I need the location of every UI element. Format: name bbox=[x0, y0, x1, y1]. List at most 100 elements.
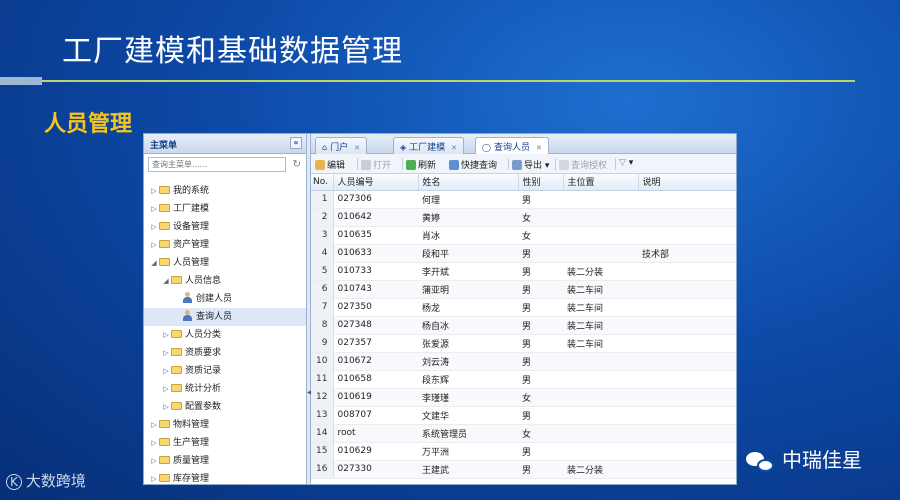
refresh-button[interactable]: 刷新 bbox=[406, 158, 436, 171]
main-menu-sidebar: 主菜单 « ↻ ▷我的系统▷工厂建模▷设备管理▷资产管理◢人员管理◢人员信息创建… bbox=[144, 134, 307, 484]
expand-arrow-icon[interactable]: ▷ bbox=[161, 398, 171, 416]
row-number: 4 bbox=[311, 244, 334, 263]
table-row[interactable]: 10 010672 刘云涛男 bbox=[311, 352, 736, 371]
toolbar-separator bbox=[615, 158, 616, 170]
table-row[interactable]: 16 027330 王建武男装二分装 bbox=[311, 460, 736, 479]
expand-arrow-icon[interactable]: ▷ bbox=[149, 470, 159, 484]
menu-item[interactable]: ▷ 物料管理 bbox=[144, 416, 306, 434]
row-number: 3 bbox=[311, 226, 334, 245]
query-auth-label: 查询授权 bbox=[571, 161, 608, 171]
note-cell bbox=[638, 388, 736, 407]
gender-cell: 男 bbox=[518, 334, 563, 353]
table-row[interactable]: 5 010733 李开斌男装二分装 bbox=[311, 262, 736, 281]
menu-item[interactable]: ▷ 库存管理 bbox=[144, 470, 306, 484]
table-row[interactable]: 8 027348 杨自冰男装二车间 bbox=[311, 316, 736, 335]
close-tab-icon[interactable]: ✕ bbox=[354, 144, 360, 152]
menu-item[interactable]: ▷ 资质要求 bbox=[144, 344, 306, 362]
person-icon bbox=[183, 310, 192, 321]
table-row[interactable]: 14 root 系统管理员女 bbox=[311, 424, 736, 443]
note-cell bbox=[638, 280, 736, 299]
table-row[interactable]: 4 010633 段和平男 技术部 bbox=[311, 244, 736, 263]
folder-icon bbox=[159, 437, 170, 446]
expand-arrow-icon[interactable]: ▷ bbox=[161, 326, 171, 344]
quick-query-button[interactable]: 快捷查询 bbox=[449, 158, 497, 171]
column-header-note[interactable]: 说明 bbox=[638, 174, 736, 191]
edit-button[interactable]: 编辑 bbox=[315, 158, 345, 171]
menu-item[interactable]: ◢ 人员信息 bbox=[144, 272, 306, 290]
menu-item[interactable]: ▷ 工厂建模 bbox=[144, 200, 306, 218]
table-row[interactable]: 6 010743 蒲亚明男装二车间 bbox=[311, 280, 736, 299]
expand-arrow-icon[interactable]: ▷ bbox=[149, 218, 159, 236]
table-row[interactable]: 1 027306 何理男 bbox=[311, 190, 736, 209]
tab-query-person[interactable]: ◯ 查询人员 ✕ bbox=[475, 137, 549, 155]
column-header-location[interactable]: 主位置 bbox=[563, 174, 639, 191]
table-row[interactable]: 15 010629 万平洲男 bbox=[311, 442, 736, 461]
wechat-icon bbox=[746, 450, 776, 474]
menu-item[interactable]: 查询人员 bbox=[144, 308, 306, 326]
menu-item-label: 库存管理 bbox=[173, 474, 210, 484]
expand-arrow-icon[interactable]: ▷ bbox=[161, 362, 171, 380]
column-header-code[interactable]: 人员编号 bbox=[333, 174, 419, 191]
menu-search-input[interactable] bbox=[148, 157, 286, 172]
menu-item-label: 质量管理 bbox=[173, 456, 210, 466]
folder-icon bbox=[159, 455, 170, 464]
folder-icon bbox=[159, 239, 170, 248]
menu-item[interactable]: ▷ 生产管理 bbox=[144, 434, 306, 452]
table-row[interactable]: 13 008707 文建华男 bbox=[311, 406, 736, 425]
table-row[interactable]: 2 010642 黄婷女 bbox=[311, 208, 736, 227]
model-icon: ◈ bbox=[400, 143, 407, 152]
note-cell bbox=[638, 334, 736, 353]
tab-factory-model[interactable]: ◈ 工厂建模 ✕ bbox=[393, 137, 465, 154]
table-row[interactable]: 11 010658 段东辉男 bbox=[311, 370, 736, 389]
gender-cell: 男 bbox=[518, 352, 563, 371]
person-code-cell: 010672 bbox=[333, 352, 418, 371]
refresh-menu-icon[interactable]: ↻ bbox=[293, 159, 301, 170]
close-tab-icon[interactable]: ✕ bbox=[451, 144, 457, 152]
close-tab-icon[interactable]: ✕ bbox=[536, 144, 542, 152]
gender-cell: 男 bbox=[518, 442, 563, 461]
filter-button[interactable]: ▽ ▾ bbox=[619, 158, 633, 168]
menu-item-label: 资质要求 bbox=[185, 348, 222, 358]
expand-arrow-icon[interactable]: ▷ bbox=[149, 452, 159, 470]
export-button[interactable]: 导出 ▾ bbox=[512, 158, 549, 171]
expand-arrow-icon[interactable]: ▷ bbox=[149, 200, 159, 218]
column-header-gender[interactable]: 性别 bbox=[518, 174, 564, 191]
menu-item[interactable]: ▷ 配置参数 bbox=[144, 398, 306, 416]
table-row[interactable]: 12 010619 李瑾瑾女 bbox=[311, 388, 736, 407]
location-cell bbox=[563, 388, 638, 407]
menu-item[interactable]: ▷ 资产管理 bbox=[144, 236, 306, 254]
expand-arrow-icon[interactable]: ▷ bbox=[161, 344, 171, 362]
menu-item[interactable]: ▷ 质量管理 bbox=[144, 452, 306, 470]
column-header-name[interactable]: 姓名 bbox=[418, 174, 519, 191]
expand-arrow-icon[interactable]: ▷ bbox=[149, 182, 159, 200]
person-code-cell: 010633 bbox=[333, 244, 418, 263]
open-button[interactable]: 打开 bbox=[361, 158, 391, 171]
location-cell bbox=[563, 226, 638, 245]
expand-arrow-icon[interactable]: ▷ bbox=[149, 236, 159, 254]
expand-arrow-icon[interactable]: ▷ bbox=[149, 434, 159, 452]
expand-arrow-icon[interactable]: ▷ bbox=[161, 380, 171, 398]
collapse-sidebar-icon[interactable]: « bbox=[290, 137, 302, 149]
menu-item[interactable]: ▷ 统计分析 bbox=[144, 380, 306, 398]
menu-item[interactable]: ▷ 人员分类 bbox=[144, 326, 306, 344]
row-number: 12 bbox=[311, 388, 334, 407]
person-name-cell: 李开斌 bbox=[418, 262, 518, 281]
tab-portal[interactable]: ⌂ 门户 ✕ bbox=[315, 137, 367, 154]
table-row[interactable]: 7 027350 杨龙男装二车间 bbox=[311, 298, 736, 317]
column-header-no[interactable]: No. bbox=[311, 174, 334, 191]
menu-item[interactable]: ▷ 设备管理 bbox=[144, 218, 306, 236]
title-rule-line bbox=[42, 80, 855, 82]
table-row[interactable]: 3 010635 肖冰女 bbox=[311, 226, 736, 245]
expand-arrow-icon[interactable]: ▷ bbox=[149, 416, 159, 434]
menu-item-label: 设备管理 bbox=[173, 222, 210, 232]
query-auth-button[interactable]: 查询授权 bbox=[559, 158, 607, 171]
gender-cell: 男 bbox=[518, 370, 563, 389]
note-cell: 技术部 bbox=[638, 244, 736, 263]
menu-item[interactable]: 创建人员 bbox=[144, 290, 306, 308]
table-row[interactable]: 9 027357 张爱源男装二车间 bbox=[311, 334, 736, 353]
collapse-arrow-icon[interactable]: ◢ bbox=[149, 254, 159, 272]
collapse-arrow-icon[interactable]: ◢ bbox=[161, 272, 171, 290]
menu-item[interactable]: ▷ 资质记录 bbox=[144, 362, 306, 380]
menu-item[interactable]: ▷ 我的系统 bbox=[144, 182, 306, 200]
menu-item[interactable]: ◢ 人员管理 bbox=[144, 254, 306, 272]
